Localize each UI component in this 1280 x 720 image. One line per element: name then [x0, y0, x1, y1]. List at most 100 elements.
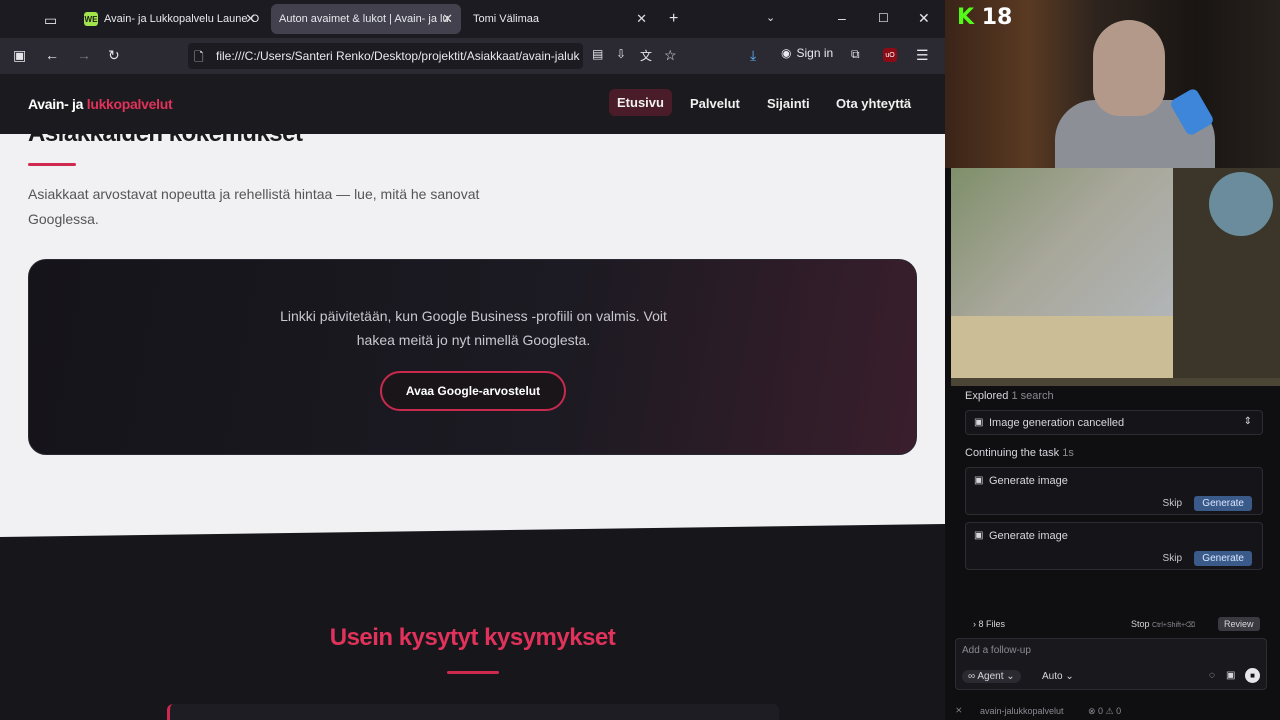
close-tab-icon[interactable]: ✕ — [636, 11, 647, 27]
generate-image-label: Generate image — [989, 475, 1068, 487]
stop-generation-icon[interactable]: ■ — [1245, 668, 1260, 683]
model-label: Auto — [1042, 671, 1063, 682]
kick-logo-icon: K — [957, 5, 975, 30]
generate-image-card-1: ▣ Generate image Skip Generate — [965, 467, 1263, 515]
tab-1-label: Avain- ja Lukkopalvelu Laune O — [104, 13, 260, 25]
continuing-time: 1s — [1062, 447, 1074, 459]
generate-button[interactable]: Generate — [1194, 551, 1252, 566]
reader-view-icon[interactable]: ▤ — [592, 47, 603, 61]
back-icon[interactable]: ← — [45, 47, 59, 63]
open-google-reviews-button[interactable]: Avaa Google-arvostelut — [380, 371, 566, 411]
nav-etusivu[interactable]: Etusivu — [609, 89, 672, 116]
faq-item[interactable] — [167, 704, 779, 720]
navigation-bar: ▣ ← → ↻ 🗋 file:///C:/Users/Santeri Renko… — [0, 38, 945, 74]
stop-shortcut: Ctrl+Shift+⌫ — [1152, 622, 1195, 629]
url-text: file:///C:/Users/Santeri Renko/Desktop/p… — [216, 49, 580, 63]
card-text-line2: hakea meitä jo nyt nimellä Googlesta. — [356, 332, 591, 348]
menu-icon[interactable]: ☰ — [916, 47, 929, 64]
generate-button[interactable]: Generate — [1194, 496, 1252, 511]
section-intro: Asiakkaat arvostavat nopeutta ja rehelli… — [28, 186, 480, 227]
image-icon: ▣ — [974, 530, 984, 541]
tab-3[interactable]: Tomi Välimaa ✕ — [465, 4, 655, 34]
browser-window: ▭ WE Avain- ja Lukkopalvelu Laune O ✕ Au… — [0, 0, 945, 720]
chevron-down-icon[interactable]: ⌄ — [766, 11, 775, 24]
nav-sijainti[interactable]: Sijainti — [767, 96, 810, 111]
continuing-label: Continuing the task — [965, 447, 1060, 459]
ublock-icon[interactable]: uO — [883, 48, 897, 62]
tab-3-label: Tomi Välimaa — [473, 13, 540, 25]
nav-palvelut[interactable]: Palvelut — [690, 96, 740, 111]
expand-icon[interactable]: ⇕ — [1244, 416, 1252, 427]
nav-ota-yhteytta[interactable]: Ota yhteyttä — [836, 96, 911, 111]
card-text-line1: Linkki päivitetään, kun Google Business … — [280, 308, 667, 324]
faq-title: Usein kysytyt kysymykset — [329, 624, 616, 651]
faq-section — [0, 524, 945, 720]
forward-icon[interactable]: → — [77, 47, 91, 63]
status-problems[interactable]: ⊗ 0 ⚠ 0 — [1088, 706, 1121, 717]
maximize-icon[interactable]: ☐ — [878, 11, 889, 25]
close-window-icon[interactable]: ✕ — [918, 10, 930, 27]
followup-input[interactable]: Add a follow-up ∞ Agent ⌄ Auto ⌄ ◌ ▣ ■ — [955, 638, 1267, 690]
faq-underline — [447, 671, 499, 674]
save-page-icon[interactable]: ⇩ — [616, 47, 626, 61]
skip-button[interactable]: Skip — [1163, 498, 1182, 509]
status-bar: ⨯ avain-jalukkopalvelut ⊗ 0 ⚠ 0 — [945, 702, 1280, 720]
tab-2[interactable]: Auton avaimet & lukot | Avain- ja lu ✕ — [271, 4, 461, 34]
explored-detail: 1 search — [1011, 390, 1054, 402]
remote-icon[interactable]: ⨯ — [955, 705, 963, 716]
explored-row: Explored 1 search — [965, 390, 1054, 402]
favicon-icon: WE — [84, 12, 98, 26]
infinity-icon: ∞ — [968, 671, 976, 682]
reload-icon[interactable]: ↻ — [108, 47, 120, 64]
stop-button[interactable]: Stop Ctrl+Shift+⌫ — [1131, 619, 1195, 629]
tab-1[interactable]: WE Avain- ja Lukkopalvelu Laune O ✕ — [76, 4, 264, 34]
close-tab-icon[interactable]: ✕ — [442, 11, 453, 27]
sign-in-label: Sign in — [796, 46, 834, 60]
loading-icon: ◌ — [1209, 670, 1215, 681]
downloads-icon[interactable]: ⤓ — [750, 47, 756, 64]
site-header: Avain- ja lukkopalvelut Etusivu Palvelut… — [0, 74, 945, 134]
site-logo[interactable]: Avain- ja lukkopalvelut — [28, 96, 173, 112]
files-row[interactable]: › 8 Files — [973, 619, 1005, 629]
generate-image-label: Generate image — [989, 530, 1068, 542]
stop-label: Stop — [1131, 619, 1150, 629]
side-panel: K 18 Explored 1 search ▣ Image generatio… — [945, 0, 1280, 720]
image-icon: ▣ — [974, 417, 984, 428]
google-reviews-card: Linkki päivitetään, kun Google Business … — [28, 259, 917, 455]
review-button[interactable]: Review — [1218, 617, 1260, 631]
translate-icon[interactable]: 文 — [640, 47, 652, 64]
agent-mode-label: Agent — [977, 671, 1004, 682]
tab-bar: ▭ WE Avain- ja Lukkopalvelu Laune O ✕ Au… — [0, 0, 945, 38]
tab-2-label: Auton avaimet & lukot | Avain- ja lu — [279, 13, 449, 25]
kick-count: 18 — [981, 5, 1013, 30]
sign-in-button[interactable]: ◉ Sign in — [781, 46, 833, 60]
sidebar-icon[interactable]: ▣ — [13, 47, 26, 64]
game-minimap — [1209, 172, 1273, 236]
cancelled-card[interactable]: ▣ Image generation cancelled ⇕ — [965, 410, 1263, 435]
agent-mode-dropdown[interactable]: ∞ Agent ⌄ — [962, 670, 1021, 683]
file-icon: 🗋 — [194, 50, 204, 64]
continuing-row: Continuing the task 1s — [965, 447, 1074, 459]
minimize-icon[interactable]: – — [838, 10, 846, 26]
tab-overview-icon[interactable]: ▭ — [44, 12, 57, 29]
image-icon: ▣ — [974, 475, 984, 486]
webcam-feed: K 18 — [945, 0, 1280, 170]
web-page: Avain- ja lukkopalvelut Etusivu Palvelut… — [0, 74, 945, 720]
image-attach-icon[interactable]: ▣ — [1226, 670, 1235, 681]
skip-button[interactable]: Skip — [1163, 553, 1182, 564]
extensions-icon[interactable]: ⧉ — [851, 47, 860, 62]
bookmark-star-icon[interactable]: ☆ — [664, 47, 677, 64]
generate-image-card-2: ▣ Generate image Skip Generate — [965, 522, 1263, 570]
close-tab-icon[interactable]: ✕ — [245, 11, 256, 27]
url-bar[interactable]: 🗋 file:///C:/Users/Santeri Renko/Desktop… — [188, 43, 583, 69]
kick-badge: K 18 — [957, 5, 1012, 30]
new-tab-icon[interactable]: + — [669, 10, 678, 28]
logo-text: Avain- ja — [28, 96, 87, 112]
person-head — [1093, 20, 1165, 116]
explored-label: Explored — [965, 390, 1009, 402]
followup-placeholder: Add a follow-up — [962, 645, 1031, 656]
chevron-right-icon: › — [973, 619, 976, 629]
model-dropdown[interactable]: Auto ⌄ — [1042, 671, 1074, 682]
logo-accent-text: lukkopalvelut — [86, 96, 173, 112]
game-chatbox — [951, 316, 1173, 378]
